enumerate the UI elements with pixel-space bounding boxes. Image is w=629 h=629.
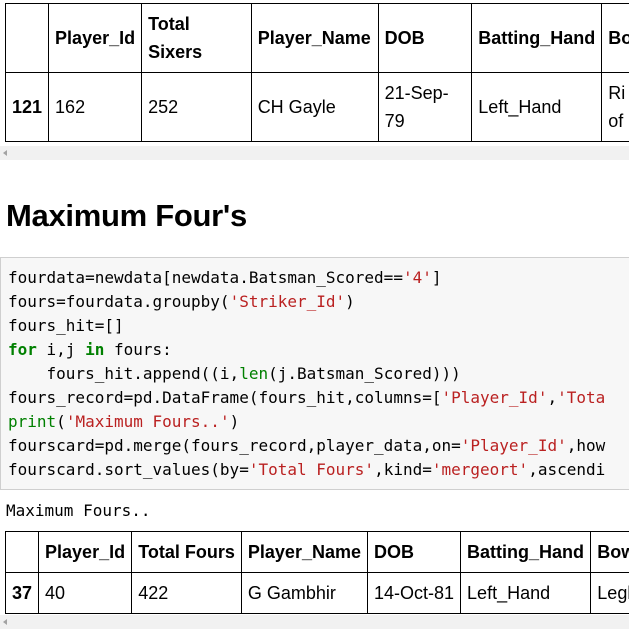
table-cell: Left_Hand — [460, 572, 592, 614]
table-header-row: Player_Id Total Sixers Player_Name DOB B… — [4, 3, 629, 73]
scroll-left-icon[interactable] — [3, 150, 7, 156]
column-header: DOB — [377, 3, 473, 73]
code-line: fours_hit=[] — [8, 316, 124, 335]
index-header — [4, 3, 50, 73]
code-line: fours_hit.append((i,len(j.Batsman_Scored… — [8, 364, 461, 383]
column-header: Player_Id — [48, 3, 143, 73]
column-header: Player_Id — [38, 531, 133, 573]
column-header: Total Fours — [131, 531, 242, 573]
sixers-table: Player_Id Total Sixers Player_Name DOB B… — [4, 3, 629, 142]
table-cell: 252 — [141, 72, 252, 142]
column-header: Batting_Hand — [471, 3, 603, 73]
table-row: 37 40 422 G Gambhir 14-Oct-81 Left_Hand … — [4, 572, 629, 614]
table-row: 121 162 252 CH Gayle 21-Sep- 79 Left_Han… — [4, 72, 629, 142]
scroll-left-icon[interactable] — [3, 619, 7, 625]
table-cell: 14-Oct-81 — [366, 572, 462, 614]
horizontal-scrollbar[interactable] — [0, 146, 629, 160]
table-header-row: Player_Id Total Fours Player_Name DOB Ba… — [4, 531, 629, 573]
code-line: fourdata=newdata[newdata.Batsman_Scored=… — [8, 268, 442, 287]
code-editor[interactable]: fourdata=newdata[newdata.Batsman_Scored=… — [1, 258, 629, 482]
horizontal-scrollbar[interactable] — [0, 615, 629, 629]
row-index: 121 — [4, 72, 50, 142]
column-header: Bow — [590, 531, 629, 573]
column-header: Player_Name — [250, 3, 379, 73]
table-cell: 162 — [48, 72, 143, 142]
row-index: 37 — [4, 572, 40, 614]
column-header-line: Total Sixers — [148, 14, 203, 62]
cell-output-text: Maximum Fours.. — [6, 501, 151, 520]
column-header: Batting_Hand — [460, 531, 592, 573]
code-line: fours=fourdata.groupby('Striker_Id') — [8, 292, 355, 311]
table-cell: Legb — [590, 572, 629, 614]
code-line: for i,j in fours: — [8, 340, 172, 359]
column-header: Player_Name — [240, 531, 369, 573]
section-heading: Maximum Four's — [6, 198, 247, 233]
table-cell: G Gambhir — [240, 572, 369, 614]
code-line: fourscard.sort_values(by='Total Fours',k… — [8, 460, 606, 479]
column-header: Total Sixers — [141, 3, 252, 73]
table-cell: Left_Hand — [471, 72, 603, 142]
code-line: fourscard=pd.merge(fours_record,player_d… — [8, 436, 606, 455]
table-cell: 422 — [131, 572, 242, 614]
code-line: fours_record=pd.DataFrame(fours_hit,colu… — [8, 388, 606, 407]
table-cell: 40 — [38, 572, 133, 614]
table-cell: Ri of — [601, 72, 629, 142]
notebook-page: Player_Id Total Sixers Player_Name DOB B… — [0, 0, 629, 629]
table-cell: 21-Sep- 79 — [377, 72, 473, 142]
table-cell-text: 21-Sep- 79 — [384, 83, 449, 131]
fours-table: Player_Id Total Fours Player_Name DOB Ba… — [4, 531, 629, 614]
code-cell[interactable]: fourdata=newdata[newdata.Batsman_Scored=… — [0, 257, 629, 490]
column-header: Bo — [601, 3, 629, 73]
table-cell-text: Ri of — [608, 83, 626, 131]
code-line: print('Maximum Fours..') — [8, 412, 240, 431]
column-header: DOB — [366, 531, 462, 573]
table-cell: CH Gayle — [250, 72, 379, 142]
index-header — [4, 531, 40, 573]
